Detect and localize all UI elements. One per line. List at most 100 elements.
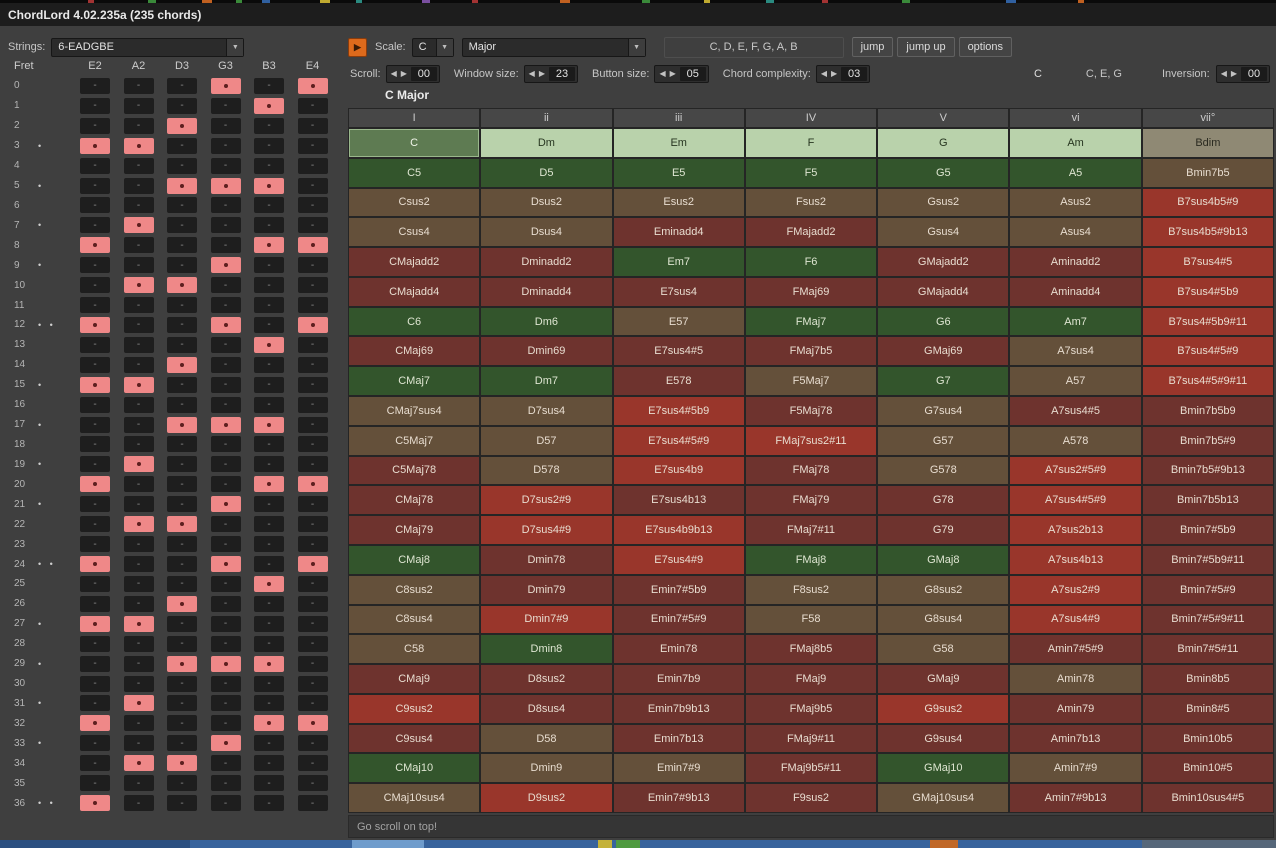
- chord-button[interactable]: Dsus4: [481, 218, 611, 246]
- chord-button[interactable]: A5: [1010, 159, 1140, 187]
- chord-button[interactable]: B7sus4#5b9: [1143, 278, 1273, 306]
- chord-button[interactable]: D7sus2#9: [481, 486, 611, 514]
- chord-button[interactable]: FMaj69: [746, 278, 876, 306]
- chord-button[interactable]: F5Maj78: [746, 397, 876, 425]
- chord-button[interactable]: A7sus2#9: [1010, 576, 1140, 604]
- chord-button[interactable]: F: [746, 129, 876, 157]
- chord-button[interactable]: D57: [481, 427, 611, 455]
- chord-button[interactable]: D8sus4: [481, 695, 611, 723]
- chord-button[interactable]: Bmin7#5#11: [1143, 635, 1273, 663]
- chord-button[interactable]: Em: [614, 129, 744, 157]
- chord-button[interactable]: Emin78: [614, 635, 744, 663]
- chord-button[interactable]: FMajadd2: [746, 218, 876, 246]
- chord-button[interactable]: B7sus4b5#9b13: [1143, 218, 1273, 246]
- chord-button[interactable]: D7sus4#9: [481, 516, 611, 544]
- chord-button[interactable]: GMajadd4: [878, 278, 1008, 306]
- chord-button[interactable]: C5: [349, 159, 479, 187]
- spinner-increment-icon[interactable]: ▶: [829, 70, 839, 78]
- chord-button[interactable]: Amin7#5#9: [1010, 635, 1140, 663]
- chord-button[interactable]: Dsus2: [481, 189, 611, 217]
- chord-button[interactable]: Bdim: [1143, 129, 1273, 157]
- chord-button[interactable]: FMaj7: [746, 308, 876, 336]
- chord-button[interactable]: Bmin7b5#9: [1143, 427, 1273, 455]
- chord-button[interactable]: Bmin10#5: [1143, 754, 1273, 782]
- chord-button[interactable]: B7sus4#5b9#11: [1143, 308, 1273, 336]
- chord-button[interactable]: F9sus2: [746, 784, 876, 812]
- chord-button[interactable]: Bmin7#5#9: [1143, 576, 1273, 604]
- chord-button[interactable]: Amin7#9: [1010, 754, 1140, 782]
- chord-button[interactable]: Bmin7b5#9b13: [1143, 457, 1273, 485]
- chord-button[interactable]: Aminadd4: [1010, 278, 1140, 306]
- chord-button[interactable]: G8sus2: [878, 576, 1008, 604]
- chord-button[interactable]: Em7: [614, 248, 744, 276]
- chord-button[interactable]: Bmin7b5b9: [1143, 397, 1273, 425]
- chord-button[interactable]: B7sus4#5#9#11: [1143, 367, 1273, 395]
- inversion-spinner[interactable]: ◀ ▶ 00: [1216, 65, 1270, 83]
- chord-button[interactable]: A7sus4: [1010, 337, 1140, 365]
- chord-button[interactable]: A7sus2b13: [1010, 516, 1140, 544]
- scale-type-dropdown[interactable]: Major ▼: [462, 38, 646, 57]
- chord-button[interactable]: E7sus4b9b13: [614, 516, 744, 544]
- chord-button[interactable]: Dm: [481, 129, 611, 157]
- chord-button[interactable]: Aminadd2: [1010, 248, 1140, 276]
- chord-button[interactable]: Bmin7#5b9#11: [1143, 546, 1273, 574]
- chord-button[interactable]: GMaj9: [878, 665, 1008, 693]
- chord-button[interactable]: Bmin10b5: [1143, 725, 1273, 753]
- spinner-decrement-icon[interactable]: ◀: [389, 70, 399, 78]
- chord-button[interactable]: D9sus2: [481, 784, 611, 812]
- chord-button[interactable]: FMaj78: [746, 457, 876, 485]
- chord-button[interactable]: Bmin7b5: [1143, 159, 1273, 187]
- chord-button[interactable]: Amin7b13: [1010, 725, 1140, 753]
- chord-button[interactable]: Dminadd2: [481, 248, 611, 276]
- chord-button[interactable]: GMaj10sus4: [878, 784, 1008, 812]
- chord-button[interactable]: E57: [614, 308, 744, 336]
- jump-button[interactable]: jump: [852, 37, 894, 57]
- chord-button[interactable]: CMajadd4: [349, 278, 479, 306]
- spinner-decrement-icon[interactable]: ◀: [819, 70, 829, 78]
- chord-button[interactable]: C5Maj7: [349, 427, 479, 455]
- chord-button[interactable]: FMaj7#11: [746, 516, 876, 544]
- chord-button[interactable]: GMaj69: [878, 337, 1008, 365]
- chord-button[interactable]: A578: [1010, 427, 1140, 455]
- chord-button[interactable]: Dm7: [481, 367, 611, 395]
- chord-button[interactable]: A7sus4#5: [1010, 397, 1140, 425]
- chord-button[interactable]: E7sus4#5: [614, 337, 744, 365]
- chord-button[interactable]: C9sus2: [349, 695, 479, 723]
- chord-button[interactable]: F5: [746, 159, 876, 187]
- chord-complexity-spinner[interactable]: ◀ ▶ 03: [816, 65, 870, 83]
- chord-button[interactable]: C8sus2: [349, 576, 479, 604]
- chord-button[interactable]: F6: [746, 248, 876, 276]
- chord-button[interactable]: CMaj79: [349, 516, 479, 544]
- chord-button[interactable]: F58: [746, 606, 876, 634]
- chord-button[interactable]: A7sus4b13: [1010, 546, 1140, 574]
- chord-button[interactable]: FMaj9#11: [746, 725, 876, 753]
- chord-button[interactable]: Gsus4: [878, 218, 1008, 246]
- chord-button[interactable]: Emin7#5#9: [614, 606, 744, 634]
- chord-button[interactable]: G578: [878, 457, 1008, 485]
- chord-button[interactable]: G: [878, 129, 1008, 157]
- chord-button[interactable]: C: [349, 129, 479, 157]
- chord-button[interactable]: G8sus4: [878, 606, 1008, 634]
- chord-button[interactable]: G7: [878, 367, 1008, 395]
- chord-button[interactable]: B7sus4#5#9: [1143, 337, 1273, 365]
- chord-button[interactable]: Emin7b9b13: [614, 695, 744, 723]
- chord-button[interactable]: C58: [349, 635, 479, 663]
- window-size-spinner[interactable]: ◀ ▶ 23: [524, 65, 578, 83]
- chord-button[interactable]: Bmin8#5: [1143, 695, 1273, 723]
- chord-button[interactable]: CMajadd2: [349, 248, 479, 276]
- chord-button[interactable]: B7sus4#5: [1143, 248, 1273, 276]
- chord-button[interactable]: F8sus2: [746, 576, 876, 604]
- chord-button[interactable]: G79: [878, 516, 1008, 544]
- jump-up-button[interactable]: jump up: [897, 37, 954, 57]
- chord-button[interactable]: E7sus4#9: [614, 546, 744, 574]
- chord-button[interactable]: Fsus2: [746, 189, 876, 217]
- chord-button[interactable]: A7sus2#5#9: [1010, 457, 1140, 485]
- chord-button[interactable]: A7sus4#9: [1010, 606, 1140, 634]
- chord-button[interactable]: GMaj8: [878, 546, 1008, 574]
- chord-button[interactable]: CMaj78: [349, 486, 479, 514]
- chord-button[interactable]: CMaj10sus4: [349, 784, 479, 812]
- button-size-spinner[interactable]: ◀ ▶ 05: [654, 65, 708, 83]
- chord-button[interactable]: C8sus4: [349, 606, 479, 634]
- chord-button[interactable]: Am: [1010, 129, 1140, 157]
- chord-button[interactable]: Amin7#9b13: [1010, 784, 1140, 812]
